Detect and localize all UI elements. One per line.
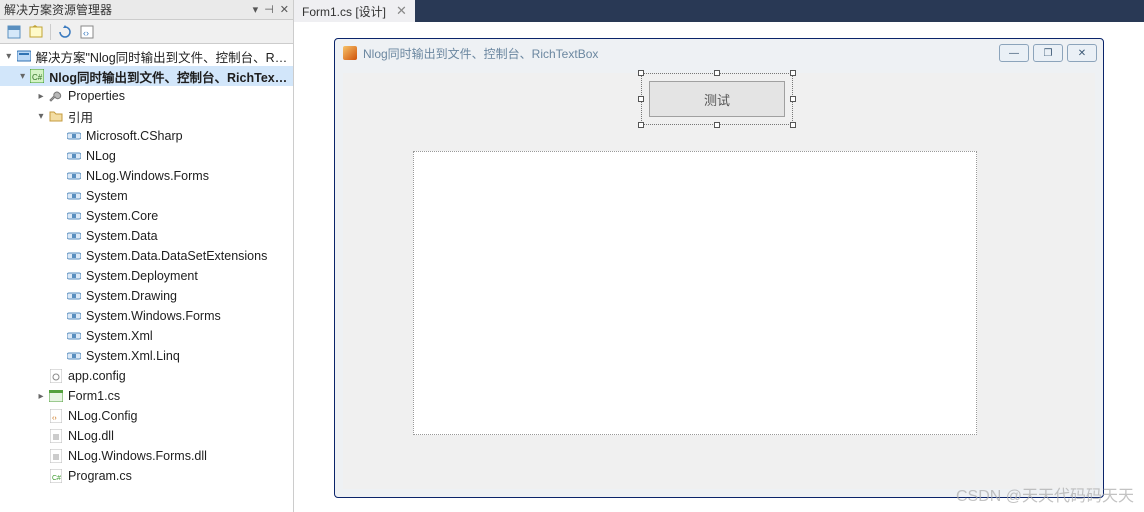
form-minimize-button[interactable]: — — [999, 44, 1029, 62]
test-button-label: 测试 — [704, 90, 730, 109]
solution-icon — [16, 48, 32, 64]
properties-node[interactable]: ▸ Properties — [0, 86, 293, 106]
reference-item[interactable]: System.Data — [0, 226, 293, 246]
reference-item[interactable]: System.Drawing — [0, 286, 293, 306]
winform-frame[interactable]: Nlog同时输出到文件、控制台、RichTextBox — ❐ ✕ — [334, 38, 1104, 498]
editor-area: Form1.cs [设计] ✕ Nlog同时输出到文件、控制台、RichText… — [294, 0, 1144, 512]
reference-icon — [66, 268, 82, 284]
panel-title: 解决方案资源管理器 — [4, 1, 253, 18]
reference-icon — [66, 228, 82, 244]
reference-icon — [66, 328, 82, 344]
panel-close-icon[interactable]: ✕ — [280, 3, 289, 16]
tab-label: Form1.cs [设计] — [302, 3, 386, 20]
csproject-icon: C# — [29, 68, 45, 84]
panel-pin-icon[interactable]: ⊣ — [264, 3, 274, 16]
references-label: 引用 — [68, 107, 93, 126]
reference-icon — [66, 208, 82, 224]
richtextbox-control[interactable] — [413, 151, 977, 435]
reference-icon — [66, 168, 82, 184]
reference-icon — [66, 248, 82, 264]
tab-form1-design[interactable]: Form1.cs [设计] ✕ — [294, 0, 415, 22]
file-appconfig[interactable]: app.config — [0, 366, 293, 386]
chevron-down-icon[interactable]: ▾ — [16, 71, 29, 82]
form-app-icon — [343, 46, 357, 60]
toolbar-showall-icon[interactable] — [26, 22, 46, 42]
chevron-right-icon[interactable]: ▸ — [34, 391, 48, 402]
form-title: Nlog同时输出到文件、控制台、RichTextBox — [363, 45, 995, 62]
resize-handle-se[interactable] — [790, 122, 796, 128]
properties-label: Properties — [68, 89, 125, 103]
resize-handle-s[interactable] — [714, 122, 720, 128]
test-button[interactable]: 测试 — [649, 81, 785, 117]
reference-item[interactable]: NLog.Windows.Forms — [0, 166, 293, 186]
form-close-button[interactable]: ✕ — [1067, 44, 1097, 62]
config-file-icon — [48, 368, 64, 384]
resize-handle-e[interactable] — [790, 96, 796, 102]
file-nlogdll[interactable]: NLog.dll — [0, 426, 293, 446]
reference-icon — [66, 288, 82, 304]
svg-text:‹›: ‹› — [83, 28, 89, 38]
references-node[interactable]: ▾ 引用 — [0, 106, 293, 126]
svg-text:C#: C# — [52, 475, 61, 482]
form-client-area[interactable]: 测试 — [343, 73, 1095, 489]
file-nlogwfdll[interactable]: NLog.Windows.Forms.dll — [0, 446, 293, 466]
reference-item[interactable]: System — [0, 186, 293, 206]
file-nlogconfig[interactable]: ‹›NLog.Config — [0, 406, 293, 426]
panel-menu-icon[interactable]: ▾ — [253, 3, 259, 16]
file-program[interactable]: C#Program.cs — [0, 466, 293, 486]
toolbar-properties-icon[interactable] — [4, 22, 24, 42]
solution-node[interactable]: ▾ 解决方案"Nlog同时输出到文件、控制台、RichT — [0, 46, 293, 66]
toolbar-refresh-icon[interactable] — [55, 22, 75, 42]
reference-icon — [66, 148, 82, 164]
wrench-icon — [48, 88, 64, 104]
svg-text:C#: C# — [32, 73, 43, 82]
xml-file-icon: ‹› — [48, 408, 64, 424]
reference-item[interactable]: System.Deployment — [0, 266, 293, 286]
form-titlebar: Nlog同时输出到文件、控制台、RichTextBox — ❐ ✕ — [335, 39, 1103, 67]
project-node[interactable]: ▾ C# Nlog同时输出到文件、控制台、RichTextBox — [0, 66, 293, 86]
reference-item[interactable]: System.Xml — [0, 326, 293, 346]
chevron-down-icon[interactable]: ▾ — [2, 51, 16, 62]
cs-file-icon: C# — [48, 468, 64, 484]
panel-header: 解决方案资源管理器 ▾ ⊣ ✕ — [0, 0, 293, 20]
reference-icon — [66, 348, 82, 364]
resize-handle-ne[interactable] — [790, 70, 796, 76]
solution-toolbar: ‹› — [0, 20, 293, 44]
solution-tree[interactable]: ▾ 解决方案"Nlog同时输出到文件、控制台、RichT ▾ C# Nlog同时… — [0, 44, 293, 512]
dll-file-icon — [48, 448, 64, 464]
dll-file-icon — [48, 428, 64, 444]
resize-handle-w[interactable] — [638, 96, 644, 102]
reference-item[interactable]: NLog — [0, 146, 293, 166]
document-tab-bar: Form1.cs [设计] ✕ — [294, 0, 1144, 22]
reference-icon — [66, 128, 82, 144]
resize-handle-sw[interactable] — [638, 122, 644, 128]
designer-surface[interactable]: Nlog同时输出到文件、控制台、RichTextBox — ❐ ✕ — [294, 22, 1144, 512]
reference-item[interactable]: System.Core — [0, 206, 293, 226]
reference-icon — [66, 308, 82, 324]
project-label: Nlog同时输出到文件、控制台、RichTextBox — [49, 67, 289, 86]
chevron-right-icon[interactable]: ▸ — [34, 91, 48, 102]
toolbar-separator — [50, 24, 51, 40]
svg-text:‹›: ‹› — [52, 415, 57, 422]
reference-item[interactable]: System.Data.DataSetExtensions — [0, 246, 293, 266]
tab-close-icon[interactable]: ✕ — [396, 3, 407, 19]
toolbar-viewcode-icon[interactable]: ‹› — [77, 22, 97, 42]
reference-icon — [66, 188, 82, 204]
chevron-down-icon[interactable]: ▾ — [34, 111, 48, 122]
form-maximize-button[interactable]: ❐ — [1033, 44, 1063, 62]
form-file-icon — [48, 388, 64, 404]
solution-label: 解决方案"Nlog同时输出到文件、控制台、RichT — [36, 47, 290, 66]
resize-handle-nw[interactable] — [638, 70, 644, 76]
reference-item[interactable]: System.Xml.Linq — [0, 346, 293, 366]
resize-handle-n[interactable] — [714, 70, 720, 76]
file-form1[interactable]: ▸Form1.cs — [0, 386, 293, 406]
reference-item[interactable]: Microsoft.CSharp — [0, 126, 293, 146]
reference-item[interactable]: System.Windows.Forms — [0, 306, 293, 326]
solution-explorer-panel: 解决方案资源管理器 ▾ ⊣ ✕ ‹› ▾ — [0, 0, 294, 512]
folder-icon — [48, 108, 64, 124]
